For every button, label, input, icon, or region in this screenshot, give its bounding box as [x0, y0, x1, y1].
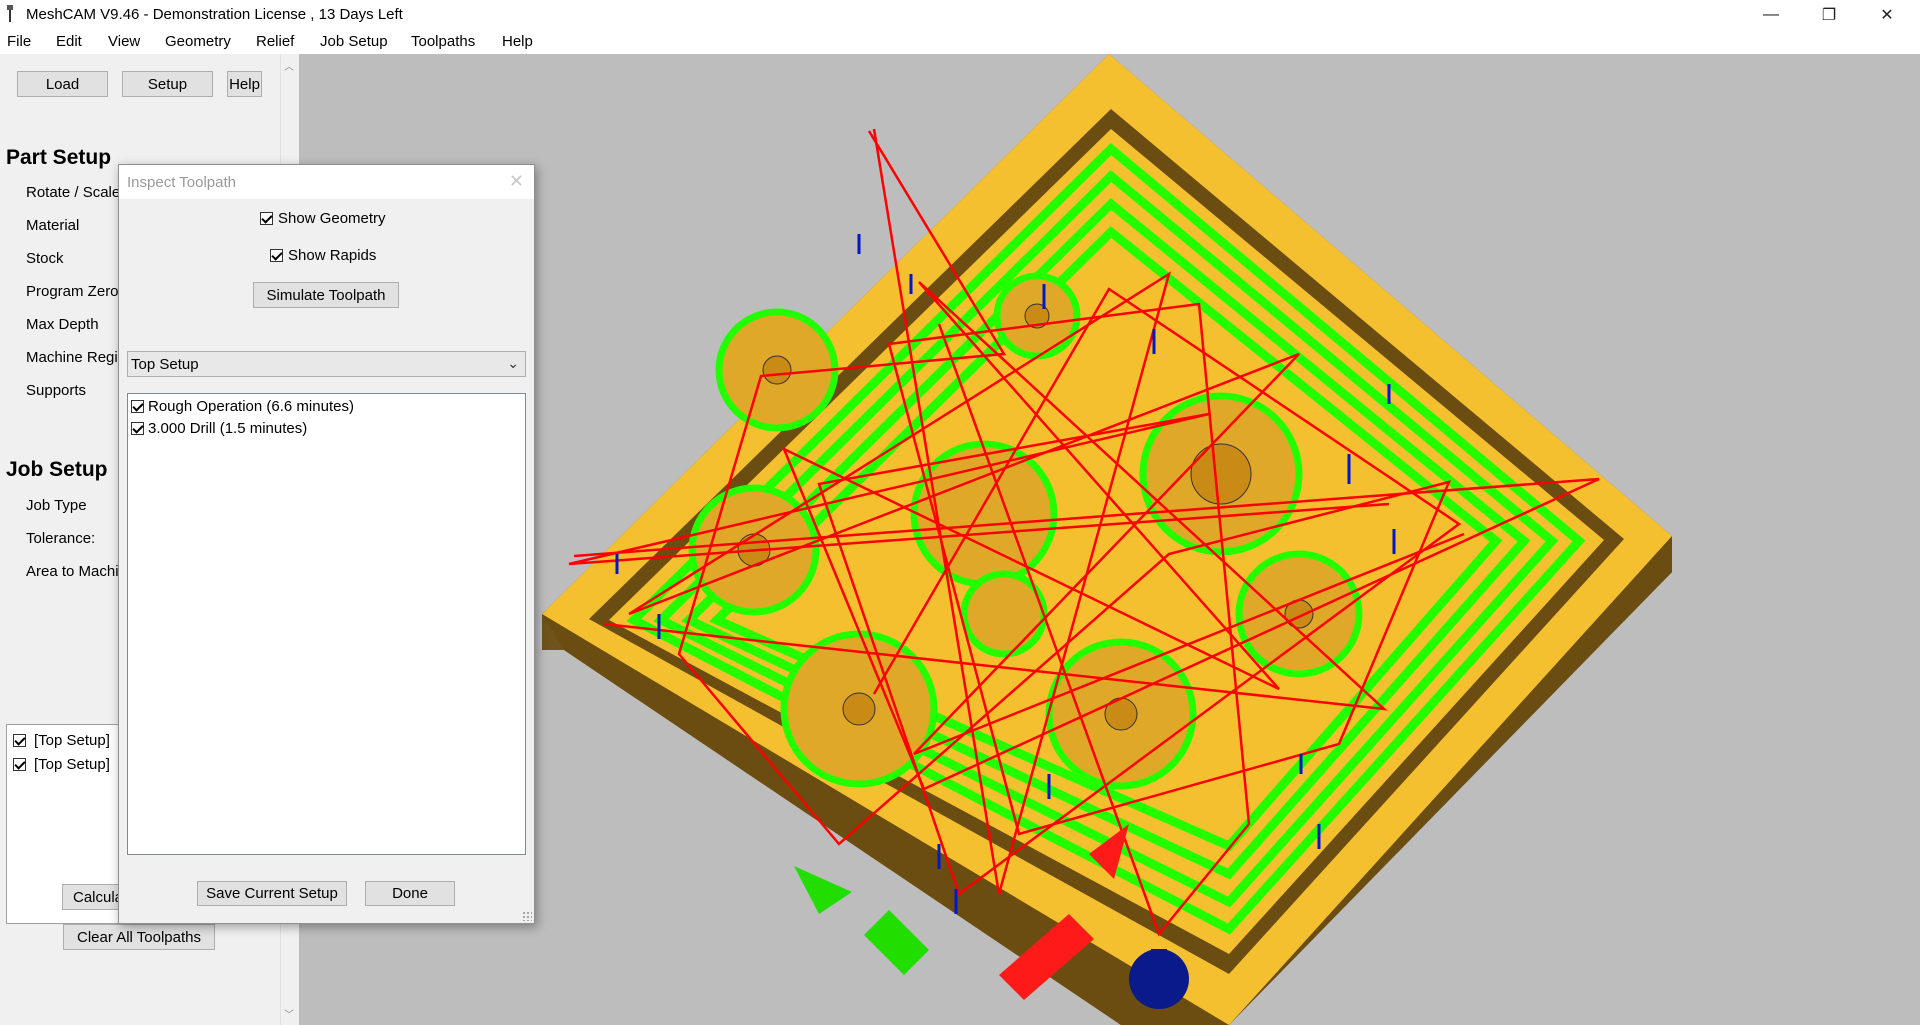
- setup-select-value: Top Setup: [131, 356, 199, 373]
- toolpath-render: [542, 54, 1672, 1025]
- menu-relief[interactable]: Relief: [256, 33, 294, 50]
- rotate-scale-item[interactable]: Rotate / Scale: [26, 184, 120, 201]
- dialog-title-bar[interactable]: Inspect Toolpath ✕: [119, 165, 534, 199]
- checkbox[interactable]: [13, 734, 26, 747]
- save-current-setup-button[interactable]: Save Current Setup: [197, 881, 347, 906]
- checkbox[interactable]: [270, 249, 283, 262]
- 3d-viewport[interactable]: [299, 54, 1920, 1025]
- dialog-title: Inspect Toolpath: [127, 174, 236, 191]
- maximize-button[interactable]: ❐: [1800, 0, 1858, 30]
- part-setup-title: Part Setup: [6, 146, 112, 169]
- supports-item[interactable]: Supports: [26, 382, 86, 399]
- list-item[interactable]: [Top Setup]: [13, 756, 110, 773]
- menu-edit[interactable]: Edit: [56, 33, 82, 50]
- window-title: MeshCAM V9.46 - Demonstration License , …: [26, 6, 403, 23]
- help-button[interactable]: Help: [227, 71, 262, 97]
- tolerance-item[interactable]: Tolerance:: [26, 530, 95, 547]
- scroll-up-icon[interactable]: ︿: [284, 58, 294, 73]
- load-button[interactable]: Load: [17, 71, 108, 97]
- title-bar: MeshCAM V9.46 - Demonstration License , …: [0, 0, 1920, 30]
- checkbox[interactable]: [131, 422, 144, 435]
- minimize-button[interactable]: —: [1742, 0, 1800, 30]
- close-button[interactable]: ✕: [1858, 0, 1916, 30]
- job-setup-title: Job Setup: [6, 458, 108, 481]
- area-to-machine-item[interactable]: Area to Machi: [26, 563, 119, 580]
- menu-help[interactable]: Help: [502, 33, 533, 50]
- done-button[interactable]: Done: [365, 881, 455, 906]
- dialog-close-button[interactable]: ✕: [509, 171, 524, 192]
- meshcam-app-icon: [7, 5, 13, 22]
- resize-grip-icon[interactable]: [522, 911, 532, 921]
- menu-job-setup[interactable]: Job Setup: [320, 33, 388, 50]
- clear-all-toolpaths-button[interactable]: Clear All Toolpaths: [63, 924, 215, 950]
- material-item[interactable]: Material: [26, 217, 79, 234]
- setup-select[interactable]: Top Setup ⌄: [127, 351, 526, 377]
- show-geometry-checkbox[interactable]: Show Geometry: [260, 210, 386, 227]
- menu-bar: File Edit View Geometry Relief Job Setup…: [0, 30, 1920, 55]
- program-zero-item[interactable]: Program Zero: [26, 283, 119, 300]
- checkbox[interactable]: [131, 400, 144, 413]
- scroll-down-icon[interactable]: ﹀: [284, 1006, 294, 1021]
- list-item[interactable]: [Top Setup]: [13, 732, 110, 749]
- checkbox[interactable]: [260, 212, 273, 225]
- job-type-item[interactable]: Job Type: [26, 497, 87, 514]
- menu-file[interactable]: File: [7, 33, 31, 50]
- list-item[interactable]: 3.000 Drill (1.5 minutes): [131, 420, 307, 437]
- list-item[interactable]: Rough Operation (6.6 minutes): [131, 398, 354, 415]
- operations-list[interactable]: Rough Operation (6.6 minutes) 3.000 Dril…: [127, 393, 526, 855]
- checkbox[interactable]: [13, 758, 26, 771]
- menu-geometry[interactable]: Geometry: [165, 33, 231, 50]
- calculate-button[interactable]: Calcula: [62, 884, 123, 910]
- show-rapids-checkbox[interactable]: Show Rapids: [270, 247, 376, 264]
- inspect-toolpath-dialog: Inspect Toolpath ✕ Show Geometry Show Ra…: [118, 164, 535, 924]
- setup-button[interactable]: Setup: [122, 71, 213, 97]
- machine-region-item[interactable]: Machine Regi: [26, 349, 118, 366]
- stock-item[interactable]: Stock: [26, 250, 64, 267]
- max-depth-item[interactable]: Max Depth: [26, 316, 99, 333]
- menu-view[interactable]: View: [108, 33, 140, 50]
- simulate-toolpath-button[interactable]: Simulate Toolpath: [253, 282, 399, 308]
- chevron-down-icon[interactable]: ⌄: [507, 355, 519, 372]
- menu-toolpaths[interactable]: Toolpaths: [411, 33, 475, 50]
